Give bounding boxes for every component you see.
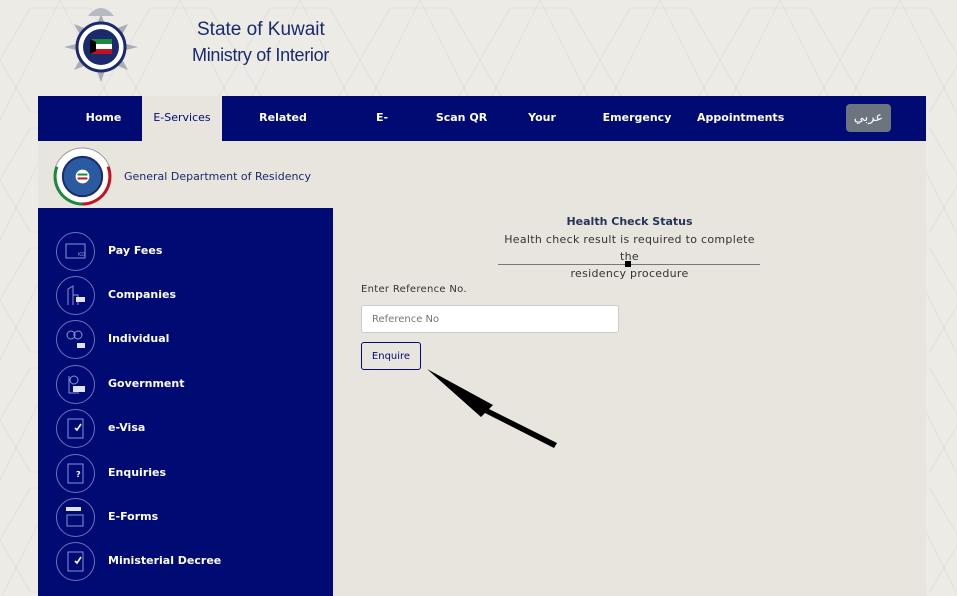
sidebar-item-label: Pay Fees [108,244,163,257]
kd-card-icon: KD [56,232,95,271]
nav-home[interactable]: Home [76,96,131,141]
reference-label: Enter Reference No. [361,284,467,295]
sidebar-item-individual[interactable]: Individual [56,320,316,360]
section-title: Health Check Status [566,215,693,228]
divider-marker [625,261,631,267]
nav-related-departments[interactable]: Related Departments [228,96,338,168]
sidebar-item-e-visa[interactable]: e-Visa [56,409,316,449]
nav-your-opinion[interactable]: Your Opinion [506,96,578,168]
description-line-1: Health check result is required to compl… [504,233,755,263]
sidebar-item-e-forms[interactable]: E-Forms [56,498,316,538]
nav-appointments[interactable]: Appointments [697,96,784,141]
sidebar-item-label: Ministerial Decree [108,554,222,567]
nav-e-services[interactable]: E-Services [142,96,222,141]
nav-scan-qr[interactable]: Scan QR [434,96,489,141]
enquire-button[interactable]: Enquire [361,342,421,370]
ministry-title: Ministry of Interior [192,45,330,65]
people-icon [56,320,95,359]
svg-text:KD: KD [78,252,85,258]
sidebar-item-label: Government [108,377,185,390]
kuwait-police-logo-icon[interactable] [56,2,146,92]
arabic-language-button[interactable]: عربي [846,104,891,132]
government-icon [56,365,95,404]
nav-e-publishing[interactable]: E-Publishing [348,96,416,168]
decree-check-icon [56,542,95,581]
svg-text:?: ? [76,470,81,479]
section-description: Health check result is required to compl… [493,231,766,282]
reference-number-input[interactable] [361,305,619,333]
residency-logo-icon [53,147,112,206]
state-title: State of Kuwait [197,19,325,40]
main-navigation: Home E-Services Related Departments E-Pu… [38,96,926,168]
sidebar-item-label: E-Forms [108,510,159,523]
sidebar-item-ministerial-decree[interactable]: Ministerial Decree [56,542,316,582]
visa-check-icon [56,409,95,448]
nav-emergency-contact[interactable]: Emergency Contact [587,96,687,168]
sidebar-item-government[interactable]: Government [56,365,316,405]
sidebar-item-label: Companies [108,288,176,301]
pointer-arrow-annotation [427,369,557,448]
sidebar-item-label: Enquiries [108,466,167,479]
sidebar-item-companies[interactable]: Companies [56,276,316,316]
question-doc-icon: ? [56,454,95,493]
sidebar-item-label: e-Visa [108,421,146,434]
site-header: State of Kuwait Ministry of Interior [0,0,957,96]
sidebar-item-enquiries[interactable]: ? Enquiries [56,454,316,494]
sidebar: KD Pay Fees Companies Individual Governm… [38,208,333,596]
description-line-2: residency procedure [570,267,689,280]
health-check-form: Health Check Status Health check result … [333,208,926,596]
department-name: General Department of Residency [124,170,311,183]
eforms-icon [56,498,95,537]
sidebar-item-label: Individual [108,332,170,345]
building-icon [56,276,95,315]
sidebar-item-pay-fees[interactable]: KD Pay Fees [56,232,316,272]
